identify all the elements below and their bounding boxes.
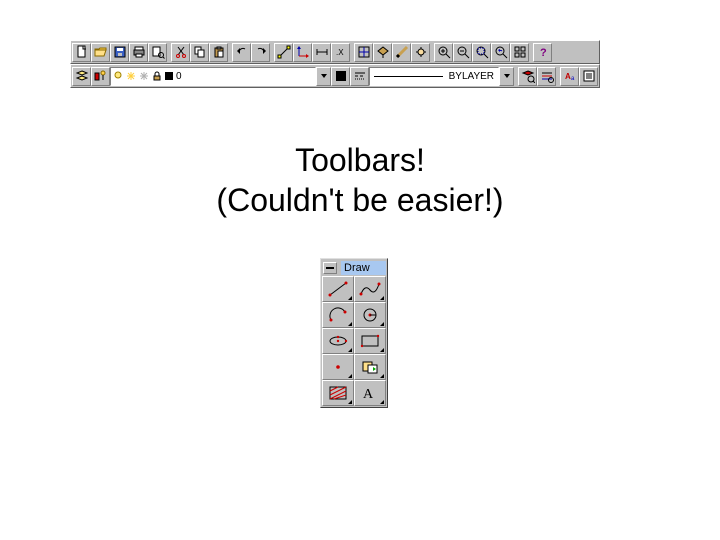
draw-tool-grid: A <box>322 276 386 406</box>
svg-text:A: A <box>363 387 374 402</box>
flyout-indicator-icon <box>348 348 352 352</box>
aerial-view-button[interactable] <box>354 43 373 62</box>
object-props-button[interactable] <box>518 67 537 86</box>
rectangle-tool-button[interactable] <box>354 328 386 354</box>
ucs-flyout-button[interactable] <box>293 43 312 62</box>
zoom-in-button[interactable] <box>434 43 453 62</box>
paste-button[interactable] <box>209 43 228 62</box>
svg-text:?: ? <box>540 47 547 59</box>
zoom-out-button[interactable] <box>453 43 472 62</box>
flyout-indicator-icon <box>348 374 352 378</box>
zoom-extents-button[interactable] <box>510 43 529 62</box>
layer-on-icon <box>113 71 123 81</box>
svg-text:a: a <box>571 76 575 82</box>
redo-button[interactable] <box>251 43 270 62</box>
linetype-sample-icon <box>374 76 443 77</box>
linetype-name-text: BYLAYER <box>449 71 494 82</box>
zoom-window-button[interactable] <box>472 43 491 62</box>
hatch-tool-button[interactable] <box>322 380 354 406</box>
open-file-button[interactable] <box>91 43 110 62</box>
properties-button[interactable]: Aa <box>560 67 579 86</box>
print-button[interactable] <box>129 43 148 62</box>
caption-line1: Toolbars! <box>0 140 720 180</box>
print-preview-button[interactable] <box>148 43 167 62</box>
named-views-button[interactable] <box>373 43 392 62</box>
arc-tool-button[interactable] <box>322 302 354 328</box>
layers-button[interactable] <box>72 67 91 86</box>
insert-block-tool-button[interactable] <box>354 354 386 380</box>
match-props-button[interactable] <box>537 67 556 86</box>
redraw-button[interactable] <box>392 43 411 62</box>
slide-caption: Toolbars! (Couldn't be easier!) <box>0 140 720 220</box>
object-properties-toolbar: 0 BYLAYER Aa <box>70 64 600 88</box>
layer-dropdown[interactable]: 0 <box>110 67 316 86</box>
flyout-indicator-icon <box>380 322 384 326</box>
list-button[interactable] <box>579 67 598 86</box>
top-toolbars: .X ? <box>70 40 600 88</box>
draw-toolbar-titlebar[interactable]: Draw <box>322 260 386 276</box>
pan-button[interactable] <box>411 43 430 62</box>
layer-control-button[interactable] <box>91 67 110 86</box>
copy-button[interactable] <box>190 43 209 62</box>
zoom-previous-button[interactable] <box>491 43 510 62</box>
flyout-indicator-icon <box>380 296 384 300</box>
cut-button[interactable] <box>171 43 190 62</box>
layer-color-swatch <box>165 72 173 80</box>
standard-toolbar: .X ? <box>70 40 600 64</box>
flyout-indicator-icon <box>348 322 352 326</box>
linetype-dropdown[interactable]: BYLAYER <box>369 67 499 86</box>
circle-tool-button[interactable] <box>354 302 386 328</box>
point-tool-button[interactable] <box>322 354 354 380</box>
draw-toolbar-title: Draw <box>341 261 386 275</box>
system-menu-icon[interactable] <box>323 262 337 274</box>
undo-button[interactable] <box>232 43 251 62</box>
ellipse-tool-button[interactable] <box>322 328 354 354</box>
layer-name-text: 0 <box>176 71 182 82</box>
save-button[interactable] <box>110 43 129 62</box>
new-file-button[interactable] <box>72 43 91 62</box>
color-control-button[interactable] <box>331 67 350 86</box>
flyout-indicator-icon <box>348 296 352 300</box>
text-tool-button[interactable]: A <box>354 380 386 406</box>
draw-toolbar: Draw <box>320 258 388 408</box>
layer-freeze-icon <box>126 71 136 81</box>
polyline-tool-button[interactable] <box>354 276 386 302</box>
flyout-indicator-icon <box>380 374 384 378</box>
svg-text:.X: .X <box>336 48 344 57</box>
line-tool-button[interactable] <box>322 276 354 302</box>
osnap-flyout-button[interactable] <box>274 43 293 62</box>
help-button[interactable]: ? <box>533 43 552 62</box>
flyout-indicator-icon <box>348 400 352 404</box>
point-coords-button[interactable]: .X <box>331 43 350 62</box>
layer-freeze-vp-icon <box>139 71 149 81</box>
linetype-dropdown-arrow[interactable] <box>499 67 514 86</box>
linetype-icon-button[interactable] <box>350 67 369 86</box>
flyout-indicator-icon <box>380 348 384 352</box>
distance-button[interactable] <box>312 43 331 62</box>
layer-lock-icon <box>152 71 162 81</box>
layer-dropdown-arrow[interactable] <box>316 67 331 86</box>
caption-line2: (Couldn't be easier!) <box>0 180 720 220</box>
flyout-indicator-icon <box>380 400 384 404</box>
